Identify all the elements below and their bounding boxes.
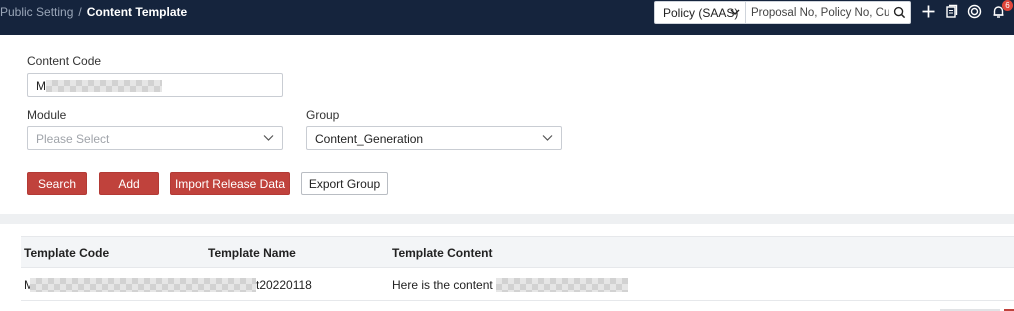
group-label: Group [306, 108, 340, 122]
export-group-button[interactable]: Export Group [301, 172, 388, 195]
notification-badge: 6 [1002, 0, 1013, 11]
template-name-cell: t20220118 [256, 278, 312, 292]
global-search-input[interactable] [751, 5, 889, 21]
chevron-down-icon [263, 135, 274, 141]
top-navigation-bar: Public Setting / Content Template Policy (… [0, 0, 1014, 35]
module-select[interactable]: Please Select [27, 126, 283, 150]
product-select-value: Policy (SAAS) [663, 5, 739, 20]
redacted-mask [46, 80, 162, 92]
breadcrumb-current: Content Template [86, 5, 188, 19]
redacted-mask [30, 278, 256, 292]
chevron-down-icon [542, 135, 553, 141]
breadcrumb: Public Setting / Content Template [0, 5, 187, 19]
group-select-value: Content_Generation [315, 132, 424, 146]
search-icon[interactable] [893, 6, 906, 19]
content-code-value: M [36, 79, 46, 93]
content-code-input[interactable]: M [27, 73, 283, 97]
circle-icon[interactable] [967, 4, 982, 19]
add-button[interactable]: Add [99, 172, 159, 195]
group-select[interactable]: Content_Generation [306, 126, 562, 150]
global-search [746, 1, 911, 24]
breadcrumb-separator: / [78, 5, 82, 19]
chevron-down-icon [730, 9, 740, 15]
redacted-mask [496, 278, 628, 292]
module-select-placeholder: Please Select [36, 132, 110, 146]
column-header-template-content[interactable]: Template Content [392, 246, 492, 260]
table-row[interactable]: M t20220118 Here is the content of [21, 268, 1014, 301]
search-button[interactable]: Search [27, 172, 87, 195]
product-select[interactable]: Policy (SAAS) [654, 1, 746, 24]
document-icon[interactable] [944, 4, 959, 19]
column-header-template-code[interactable]: Template Code [24, 246, 109, 260]
column-header-template-name[interactable]: Template Name [208, 246, 296, 260]
table-header: Template Code Template Name Template Con… [21, 236, 1014, 268]
content-code-label: Content Code [27, 54, 102, 68]
plus-icon[interactable] [921, 4, 936, 19]
template-content-cell: Here is the content of [392, 278, 507, 292]
module-label: Module [27, 108, 67, 122]
section-divider [0, 214, 1014, 224]
import-release-data-button[interactable]: Import Release Data [170, 172, 290, 195]
breadcrumb-parent[interactable]: Public Setting [0, 5, 73, 19]
